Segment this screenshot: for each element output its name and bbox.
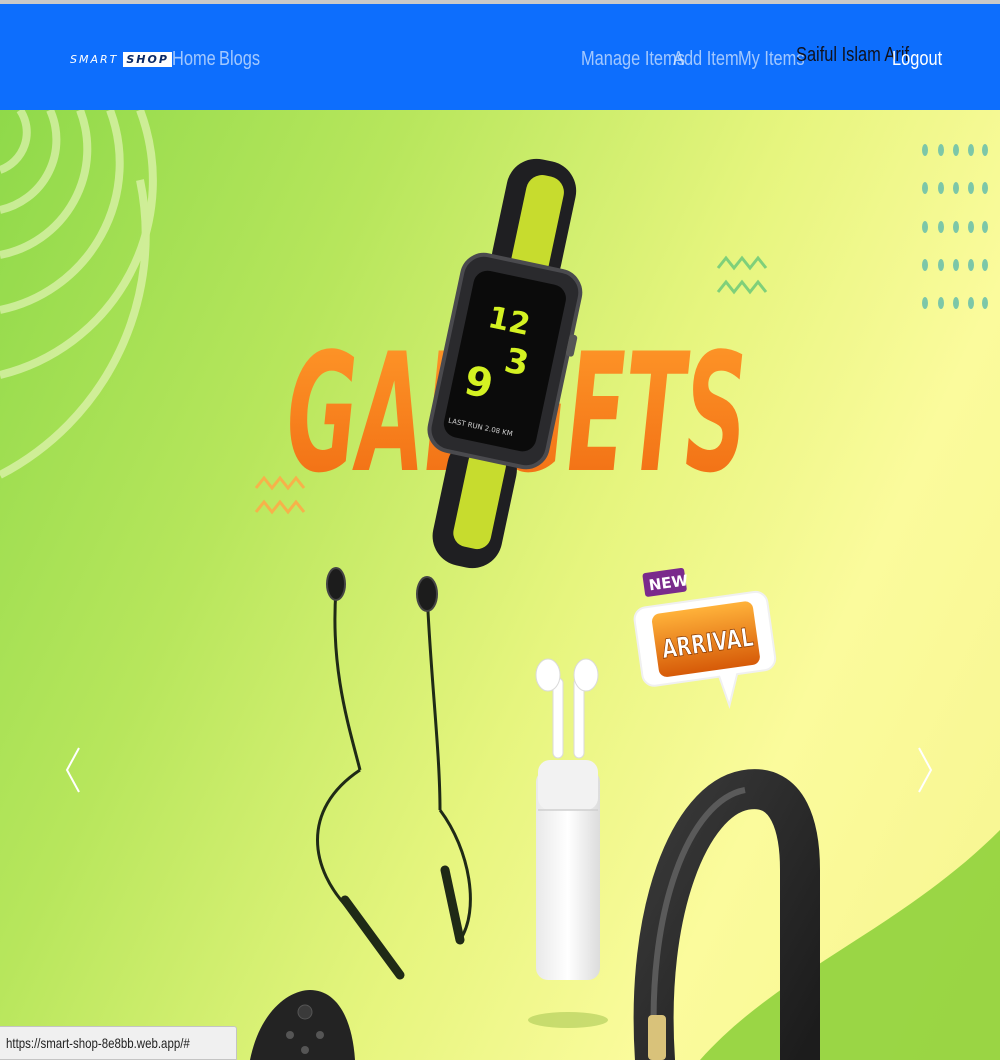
decor-zigzag-right bbox=[716, 255, 768, 295]
hero-banner-image: GADGETS 12 9 3 LAST RUN 2.08 KM NEW ARRI… bbox=[0, 110, 1000, 1060]
browser-status-bar: https://smart-shop-8e8bb.web.app/# bbox=[0, 1026, 238, 1060]
brand-text: SMART bbox=[70, 53, 119, 66]
decor-dots bbox=[922, 144, 988, 309]
airpods-image bbox=[528, 658, 608, 1028]
nav-home-link[interactable]: Home bbox=[172, 48, 216, 71]
nav-blogs-link[interactable]: Blogs bbox=[219, 48, 260, 71]
status-url: https://smart-shop-8e8bb.web.app/# bbox=[6, 1035, 190, 1051]
carousel-prev-button[interactable] bbox=[53, 730, 93, 810]
decor-arcs bbox=[0, 110, 157, 479]
chevron-left-icon bbox=[65, 747, 80, 793]
nav-manage-items-link[interactable]: Manage Items bbox=[581, 48, 685, 71]
chevron-right-icon bbox=[918, 747, 933, 793]
new-arrival-badge: NEW ARRIVAL bbox=[633, 567, 777, 710]
gamepad-image bbox=[250, 990, 355, 1060]
carousel-next-button[interactable] bbox=[905, 730, 945, 810]
nav-my-items-link[interactable]: My Items bbox=[738, 48, 805, 71]
neckband-earphones-image bbox=[316, 567, 472, 980]
logout-button[interactable]: Logout bbox=[892, 48, 942, 71]
navbar: SMART SHOP Home Blogs Manage Items Add I… bbox=[0, 4, 1000, 110]
hero-carousel: GADGETS 12 9 3 LAST RUN 2.08 KM NEW ARRI… bbox=[0, 110, 1000, 1060]
nav-add-item-link[interactable]: Add Item bbox=[673, 48, 739, 71]
brand-badge: SHOP bbox=[123, 52, 172, 67]
brand-logo[interactable]: SMART SHOP bbox=[70, 52, 172, 67]
